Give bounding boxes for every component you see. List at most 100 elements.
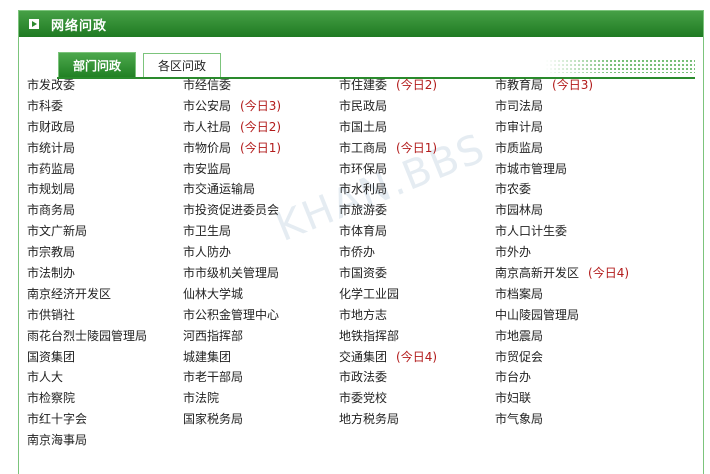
- department-item[interactable]: 市药监局: [27, 160, 183, 177]
- department-link[interactable]: 化学工业园: [339, 285, 399, 302]
- department-item[interactable]: 国家税务局: [183, 410, 339, 427]
- department-link[interactable]: 市人防办: [183, 243, 231, 260]
- department-link[interactable]: 市住建委: [339, 76, 387, 93]
- department-item[interactable]: 市人大: [27, 368, 183, 385]
- department-item[interactable]: 市教育局 (今日3): [495, 76, 651, 93]
- department-link[interactable]: 雨花台烈士陵园管理局: [27, 327, 147, 344]
- department-item[interactable]: 市经信委: [183, 76, 339, 93]
- department-item[interactable]: 市档案局: [495, 285, 651, 302]
- department-item[interactable]: 市科委: [27, 97, 183, 114]
- department-link[interactable]: 国资集团: [27, 348, 75, 365]
- department-link[interactable]: 市贸促会: [495, 348, 543, 365]
- department-item[interactable]: 市园林局: [495, 201, 651, 218]
- department-link[interactable]: 市民政局: [339, 97, 387, 114]
- department-link[interactable]: 市人口计生委: [495, 222, 567, 239]
- department-item[interactable]: 市检察院: [27, 389, 183, 406]
- department-item[interactable]: 市统计局: [27, 139, 183, 156]
- department-item[interactable]: 市侨办: [339, 243, 495, 260]
- department-item[interactable]: 市老干部局: [183, 368, 339, 385]
- department-item[interactable]: 市卫生局: [183, 222, 339, 239]
- department-item[interactable]: 市安监局: [183, 160, 339, 177]
- department-link[interactable]: 仙林大学城: [183, 285, 243, 302]
- department-item[interactable]: 市司法局: [495, 97, 651, 114]
- department-item[interactable]: 市城市管理局: [495, 160, 651, 177]
- department-item[interactable]: 市商务局: [27, 201, 183, 218]
- department-link[interactable]: 市气象局: [495, 410, 543, 427]
- department-item[interactable]: 雨花台烈士陵园管理局: [27, 327, 183, 344]
- department-item[interactable]: 市质监局: [495, 139, 651, 156]
- department-link[interactable]: 市侨办: [339, 243, 375, 260]
- department-link[interactable]: 交通集团: [339, 348, 387, 365]
- department-link[interactable]: 市司法局: [495, 97, 543, 114]
- department-item[interactable]: 市民政局: [339, 97, 495, 114]
- department-item[interactable]: 市人防办: [183, 243, 339, 260]
- department-item[interactable]: 地铁指挥部: [339, 327, 495, 344]
- department-item[interactable]: 市红十字会: [27, 410, 183, 427]
- department-item[interactable]: 南京高新开发区 (今日4): [495, 264, 651, 281]
- department-link[interactable]: 市妇联: [495, 389, 531, 406]
- department-item[interactable]: 地方税务局: [339, 410, 495, 427]
- department-item[interactable]: 市住建委 (今日2): [339, 76, 495, 93]
- department-link[interactable]: 市统计局: [27, 139, 75, 156]
- department-link[interactable]: 市农委: [495, 180, 531, 197]
- department-link[interactable]: 市城市管理局: [495, 160, 567, 177]
- department-item[interactable]: 市地震局: [495, 327, 651, 344]
- department-link[interactable]: 南京经济开发区: [27, 285, 111, 302]
- department-item[interactable]: 南京经济开发区: [27, 285, 183, 302]
- department-item[interactable]: 市文广新局: [27, 222, 183, 239]
- department-item[interactable]: 市贸促会: [495, 348, 651, 365]
- department-item[interactable]: 市宗教局: [27, 243, 183, 260]
- department-item[interactable]: 市委党校: [339, 389, 495, 406]
- department-item[interactable]: 市政法委: [339, 368, 495, 385]
- department-item[interactable]: 市物价局 (今日1): [183, 139, 339, 156]
- department-link[interactable]: 市环保局: [339, 160, 387, 177]
- department-link[interactable]: 市红十字会: [27, 410, 87, 427]
- department-link[interactable]: 市委党校: [339, 389, 387, 406]
- department-link[interactable]: 市卫生局: [183, 222, 231, 239]
- department-link[interactable]: 市人社局: [183, 118, 231, 135]
- department-item[interactable]: 市规划局: [27, 180, 183, 197]
- department-item[interactable]: 市国土局: [339, 118, 495, 135]
- department-link[interactable]: 市交通运输局: [183, 180, 255, 197]
- department-item[interactable]: 市供销社: [27, 306, 183, 323]
- department-link[interactable]: 城建集团: [183, 348, 231, 365]
- department-link[interactable]: 市人大: [27, 368, 63, 385]
- department-link[interactable]: 市供销社: [27, 306, 75, 323]
- department-link[interactable]: 市教育局: [495, 76, 543, 93]
- department-item[interactable]: 市财政局: [27, 118, 183, 135]
- department-link[interactable]: 市法制办: [27, 264, 75, 281]
- department-item[interactable]: 市投资促进委员会: [183, 201, 339, 218]
- department-item[interactable]: 市法院: [183, 389, 339, 406]
- department-link[interactable]: 市商务局: [27, 201, 75, 218]
- department-item[interactable]: 市体育局: [339, 222, 495, 239]
- department-item[interactable]: 市发改委: [27, 76, 183, 93]
- department-link[interactable]: 市检察院: [27, 389, 75, 406]
- department-link[interactable]: 市质监局: [495, 139, 543, 156]
- department-link[interactable]: 市老干部局: [183, 368, 243, 385]
- department-item[interactable]: 市气象局: [495, 410, 651, 427]
- department-link[interactable]: 市水利局: [339, 180, 387, 197]
- department-item[interactable]: 市旅游委: [339, 201, 495, 218]
- department-item[interactable]: 市人口计生委: [495, 222, 651, 239]
- department-link[interactable]: 南京高新开发区: [495, 264, 579, 281]
- department-link[interactable]: 市审计局: [495, 118, 543, 135]
- department-item[interactable]: 化学工业园: [339, 285, 495, 302]
- department-link[interactable]: 市规划局: [27, 180, 75, 197]
- department-item[interactable]: 市外办: [495, 243, 651, 260]
- department-link[interactable]: 市国土局: [339, 118, 387, 135]
- department-item[interactable]: 市地方志: [339, 306, 495, 323]
- department-item[interactable]: 市工商局 (今日1): [339, 139, 495, 156]
- department-item[interactable]: 市公积金管理中心: [183, 306, 339, 323]
- department-link[interactable]: 市法院: [183, 389, 219, 406]
- department-link[interactable]: 市工商局: [339, 139, 387, 156]
- department-item[interactable]: 河西指挥部: [183, 327, 339, 344]
- department-link[interactable]: 市国资委: [339, 264, 387, 281]
- department-link[interactable]: 市发改委: [27, 76, 75, 93]
- department-item[interactable]: 城建集团: [183, 348, 339, 365]
- department-item[interactable]: 仙林大学城: [183, 285, 339, 302]
- department-link[interactable]: 市政法委: [339, 368, 387, 385]
- department-item[interactable]: 市台办: [495, 368, 651, 385]
- department-link[interactable]: 地铁指挥部: [339, 327, 399, 344]
- department-link[interactable]: 中山陵园管理局: [495, 306, 579, 323]
- department-link[interactable]: 市档案局: [495, 285, 543, 302]
